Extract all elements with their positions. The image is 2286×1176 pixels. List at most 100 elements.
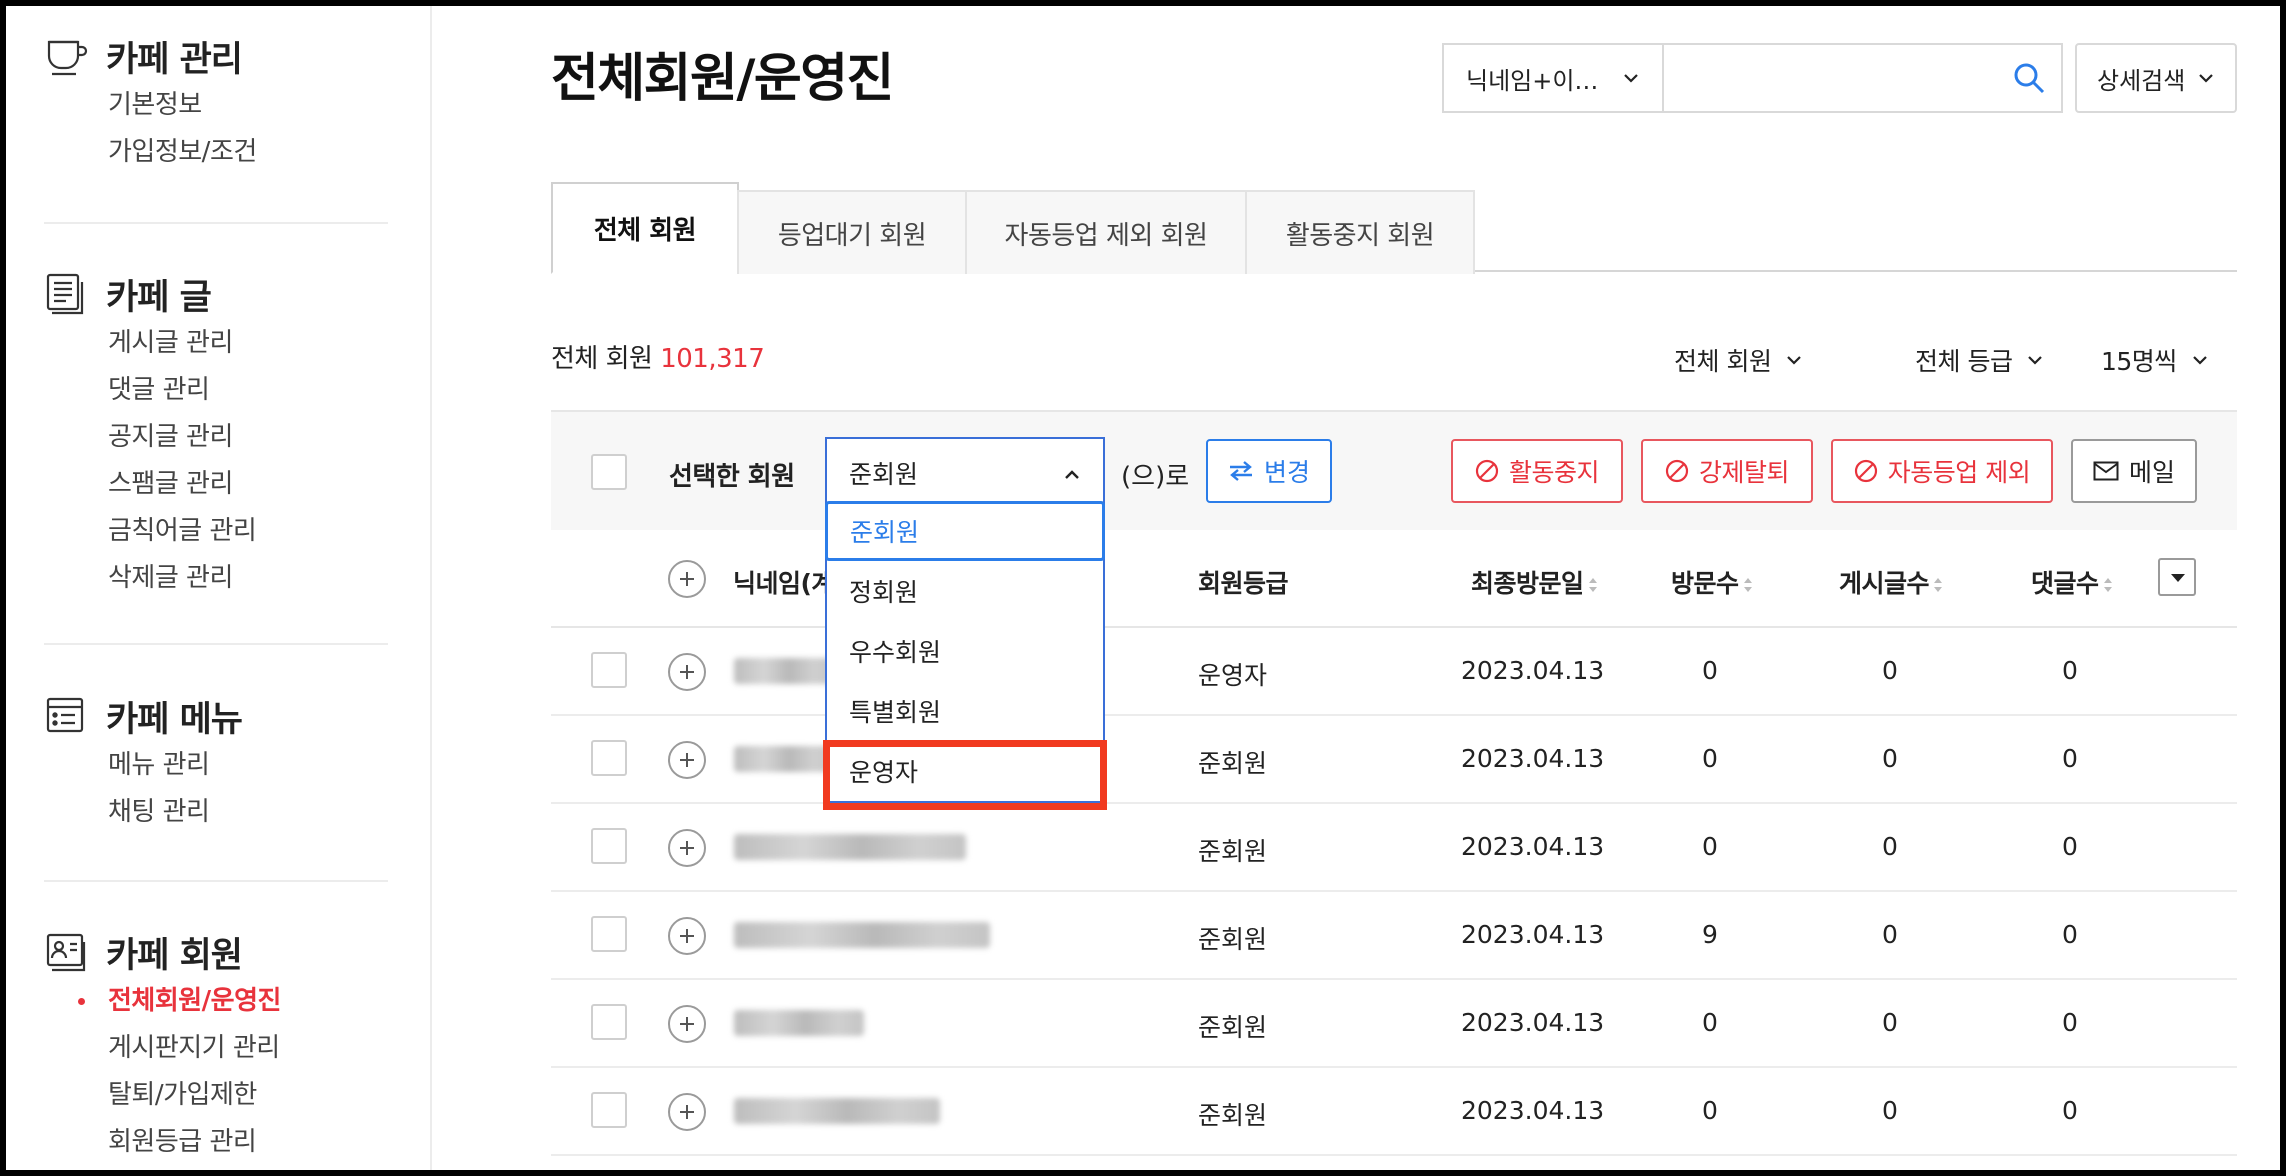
grade-change-select[interactable]: 준회원 bbox=[825, 437, 1105, 509]
app-window: 카페 관리 기본정보 가입정보/조건 카페 글 게시글 관리 댓글 관리 공지글… bbox=[6, 6, 2280, 1170]
expand-all-icon[interactable] bbox=[668, 560, 706, 598]
member-type-filter-label: 전체 회원 bbox=[1674, 347, 1772, 376]
sidebar-item-basic-info[interactable]: 기본정보 bbox=[108, 82, 384, 129]
member-summary: 전체 회원 101,317 bbox=[551, 338, 765, 375]
chevron-up-icon bbox=[1065, 470, 1079, 479]
grade-suffix-label: (으)로 bbox=[1121, 462, 1190, 492]
col-comments-label: 댓글수 bbox=[2031, 569, 2099, 598]
sidebar-divider bbox=[44, 643, 388, 645]
sort-icon bbox=[2103, 578, 2112, 592]
grade-option-operator[interactable]: 운영자 bbox=[823, 740, 1107, 810]
table-header: 닉네임(계 회원등급 최종방문일 방문수 게시글수 댓글수 bbox=[551, 530, 2237, 628]
row-grade: 운영자 bbox=[1198, 661, 1268, 690]
row-comments: 0 bbox=[2062, 832, 2078, 861]
exclude-auto-upgrade-button[interactable]: 자동등업 제외 bbox=[1831, 439, 2053, 503]
sidebar-item-board-managers[interactable]: 게시판지기 관리 bbox=[108, 1025, 384, 1072]
sidebar-item-notice-manage[interactable]: 공지글 관리 bbox=[108, 414, 384, 461]
expand-row-icon[interactable] bbox=[668, 1093, 706, 1131]
row-grade: 준회원 bbox=[1198, 1101, 1268, 1130]
per-page-filter[interactable]: 15명씩 bbox=[2101, 342, 2209, 378]
col-grade: 회원등급 bbox=[1198, 569, 1289, 598]
suspend-button[interactable]: 활동중지 bbox=[1451, 439, 1623, 503]
col-last-visit[interactable]: 최종방문일 bbox=[1471, 564, 1598, 600]
bulk-action-bar: 선택한 회원 준회원 (으)로 변경 활동중지 강제탈퇴 자동등업 제외 메일 bbox=[551, 410, 2237, 530]
tab-all-members[interactable]: 전체 회원 bbox=[551, 182, 739, 274]
expand-row-icon[interactable] bbox=[668, 1005, 706, 1043]
ban-icon bbox=[1475, 459, 1499, 483]
grade-option-regular[interactable]: 정회원 bbox=[827, 561, 1103, 621]
mail-button[interactable]: 메일 bbox=[2071, 439, 2197, 503]
search-type-select[interactable]: 닉네임+이… bbox=[1444, 45, 1664, 111]
row-visits: 0 bbox=[1702, 832, 1718, 861]
expand-row-icon[interactable] bbox=[668, 917, 706, 955]
row-checkbox[interactable] bbox=[591, 740, 627, 776]
table-row: 준회원 2023.04.13 0 0 0 bbox=[551, 980, 2237, 1068]
row-grade: 준회원 bbox=[1198, 1013, 1268, 1042]
row-checkbox[interactable] bbox=[591, 652, 627, 688]
select-all-checkbox[interactable] bbox=[591, 454, 627, 490]
row-comments: 0 bbox=[2062, 1096, 2078, 1125]
search-input[interactable] bbox=[1664, 45, 1997, 111]
nickname-blurred bbox=[734, 834, 966, 860]
sidebar-section-title: 카페 글 bbox=[106, 277, 212, 318]
sidebar-item-all-members[interactable]: 전체회원/운영진 bbox=[78, 978, 384, 1025]
row-comments: 0 bbox=[2062, 1008, 2078, 1037]
nickname-blurred bbox=[734, 658, 834, 684]
sidebar-item-banned-word-manage[interactable]: 금칙어글 관리 bbox=[108, 508, 384, 555]
row-checkbox[interactable] bbox=[591, 916, 627, 952]
sidebar-item-comment-manage[interactable]: 댓글 관리 bbox=[108, 367, 384, 414]
detail-search-button[interactable]: 상세검색 bbox=[2075, 43, 2237, 113]
member-table: 닉네임(계 회원등급 최종방문일 방문수 게시글수 댓글수 운영자 2023.0… bbox=[551, 530, 2237, 1156]
col-comments[interactable]: 댓글수 bbox=[2031, 564, 2113, 600]
table-row: 준회원 2023.04.13 0 0 0 bbox=[551, 716, 2237, 804]
expand-row-icon[interactable] bbox=[668, 653, 706, 691]
expand-row-icon[interactable] bbox=[668, 741, 706, 779]
sidebar-item-spam-manage[interactable]: 스팸글 관리 bbox=[108, 461, 384, 508]
nickname-blurred bbox=[734, 1010, 864, 1036]
row-comments: 0 bbox=[2062, 920, 2078, 949]
sidebar-item-menu-manage[interactable]: 메뉴 관리 bbox=[108, 742, 384, 789]
expel-button[interactable]: 강제탈퇴 bbox=[1641, 439, 1813, 503]
grade-option-associate[interactable]: 준회원 bbox=[825, 501, 1105, 561]
row-last-visit: 2023.04.13 bbox=[1461, 920, 1605, 949]
row-posts: 0 bbox=[1882, 744, 1898, 773]
row-posts: 0 bbox=[1882, 920, 1898, 949]
sidebar-item-deleted-manage[interactable]: 삭제글 관리 bbox=[108, 555, 384, 602]
sidebar-item-chat-manage[interactable]: 채팅 관리 bbox=[108, 789, 384, 836]
table-row: 준회원 2023.04.13 0 0 0 bbox=[551, 1068, 2237, 1156]
row-checkbox[interactable] bbox=[591, 1092, 627, 1128]
grade-option-special[interactable]: 특별회원 bbox=[827, 681, 1103, 741]
row-comments: 0 bbox=[2062, 744, 2078, 773]
member-tabs: 전체 회원 등업대기 회원 자동등업 제외 회원 활동중지 회원 bbox=[551, 176, 2237, 274]
suspend-label: 활동중지 bbox=[1508, 458, 1600, 487]
grade-option-excellent[interactable]: 우수회원 bbox=[827, 621, 1103, 681]
sidebar-item-post-manage[interactable]: 게시글 관리 bbox=[108, 320, 384, 367]
row-grade: 준회원 bbox=[1198, 749, 1268, 778]
row-checkbox[interactable] bbox=[591, 1004, 627, 1040]
col-posts[interactable]: 게시글수 bbox=[1839, 564, 1943, 600]
sidebar-item-join-info[interactable]: 가입정보/조건 bbox=[108, 129, 384, 176]
table-row: 운영자 2023.04.13 0 0 0 bbox=[551, 628, 2237, 716]
sidebar-item-grade-manage[interactable]: 회원등급 관리 bbox=[108, 1119, 384, 1166]
expand-row-icon[interactable] bbox=[668, 829, 706, 867]
sidebar-section-title: 카페 회원 bbox=[106, 935, 243, 976]
sidebar-item-withdraw-restrict[interactable]: 탈퇴/가입제한 bbox=[108, 1072, 384, 1119]
ban-icon bbox=[1665, 459, 1689, 483]
row-posts: 0 bbox=[1882, 1008, 1898, 1037]
row-checkbox[interactable] bbox=[591, 828, 627, 864]
member-type-filter[interactable]: 전체 회원 bbox=[1674, 342, 1803, 378]
column-options-button[interactable] bbox=[2158, 558, 2196, 596]
col-visits-label: 방문수 bbox=[1671, 569, 1739, 598]
col-visits[interactable]: 방문수 bbox=[1671, 564, 1753, 600]
detail-search-label: 상세검색 bbox=[2097, 66, 2186, 95]
tab-pending-upgrade[interactable]: 등업대기 회원 bbox=[737, 190, 967, 274]
grade-filter[interactable]: 전체 등급 bbox=[1915, 342, 2044, 378]
tab-suspended[interactable]: 활동중지 회원 bbox=[1245, 190, 1475, 274]
grade-select-value: 준회원 bbox=[849, 460, 919, 489]
search-button[interactable] bbox=[1997, 45, 2061, 111]
tab-auto-upgrade-excluded[interactable]: 자동등업 제외 회원 bbox=[965, 190, 1247, 274]
sidebar-section-title: 카페 메뉴 bbox=[106, 699, 243, 740]
change-grade-button[interactable]: 변경 bbox=[1206, 439, 1332, 503]
table-row: 준회원 2023.04.13 0 0 0 bbox=[551, 804, 2237, 892]
mail-label: 메일 bbox=[2128, 458, 2175, 487]
